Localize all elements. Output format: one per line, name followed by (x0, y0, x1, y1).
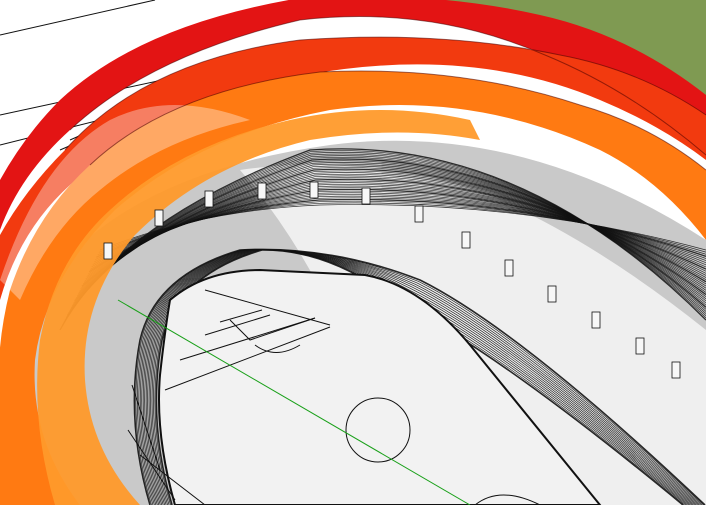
stand-column (461, 231, 471, 249)
stand-column (154, 209, 164, 227)
stadium-model-scene (0, 0, 706, 505)
stand-column (414, 205, 424, 223)
stand-column (671, 361, 681, 379)
stand-column (635, 337, 645, 355)
stand-column (504, 259, 514, 277)
stand-column (547, 285, 557, 303)
stand-column (257, 182, 267, 200)
stand-column (309, 181, 319, 199)
stand-column (591, 311, 601, 329)
stand-column (361, 187, 371, 205)
model-viewport[interactable] (0, 0, 706, 505)
stand-column (103, 242, 113, 260)
stand-column (204, 190, 214, 208)
